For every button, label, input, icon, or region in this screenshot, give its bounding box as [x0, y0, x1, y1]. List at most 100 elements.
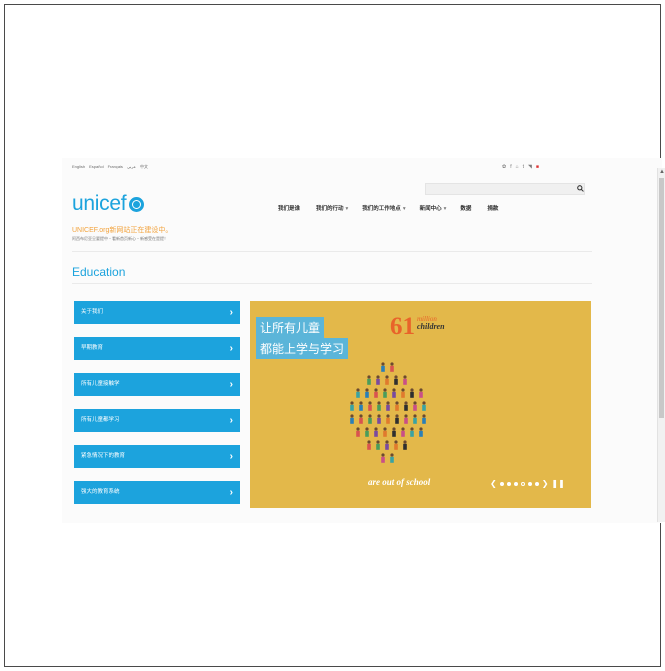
child-figure [381, 453, 385, 463]
child-figure [395, 414, 399, 424]
menu-item-about-us[interactable]: 关于我们 › [74, 301, 240, 324]
chevron-right-icon: › [229, 379, 233, 390]
stat-label: children [417, 322, 445, 331]
carousel-dot[interactable] [534, 481, 539, 486]
child-figure [410, 388, 414, 398]
child-figure [390, 453, 394, 463]
menu-item-systems[interactable]: 强大的教育系统 › [74, 481, 240, 504]
chevron-right-icon: › [229, 415, 233, 426]
banner-statistic: 61 million children [390, 313, 445, 340]
child-figure [374, 427, 378, 437]
carousel-dot-active[interactable] [520, 481, 525, 486]
menu-item-early-education[interactable]: 早期教育 › [74, 337, 240, 360]
child-figure [374, 388, 378, 398]
child-figure [392, 388, 396, 398]
nav-item-who-we-are[interactable]: 我们是谁 [278, 204, 302, 212]
vertical-scrollbar[interactable]: ▲ [657, 168, 665, 522]
scroll-up-arrow-icon[interactable]: ▲ [658, 168, 665, 176]
unicef-logo[interactable]: unicef [72, 192, 145, 216]
carousel-dot[interactable] [513, 481, 518, 486]
language-link-english[interactable]: English [72, 164, 85, 170]
nav-item-data[interactable]: 数据 [460, 204, 473, 212]
menu-item-label: 早期教育 [81, 345, 104, 351]
chevron-right-icon: › [229, 451, 233, 462]
page-title: Education [72, 265, 126, 279]
carousel-dot[interactable] [506, 481, 511, 486]
chevron-right-icon: › [229, 487, 233, 498]
stat-number: 61 [390, 313, 415, 340]
language-link-arabic[interactable]: عربي [127, 164, 136, 170]
carousel-dot[interactable] [499, 481, 504, 486]
banner-headline-line2: 都能上学与学习 [256, 338, 349, 359]
children-crowd-illustration [350, 362, 426, 463]
child-figure [383, 388, 387, 398]
child-figure [356, 388, 360, 398]
child-figure [385, 375, 389, 385]
scrollbar-thumb[interactable] [659, 178, 664, 418]
hero-banner[interactable]: 让所有儿童 都能上学与学习 61 million children are ou… [250, 301, 591, 508]
logo-text: unicef [72, 192, 127, 215]
search-input[interactable] [425, 183, 585, 195]
child-figure [394, 375, 398, 385]
flag-icon[interactable]: ■ [536, 164, 539, 170]
carousel-dot[interactable] [527, 481, 532, 486]
menu-item-label: 所有儿童接触学 [81, 381, 120, 387]
child-figure [377, 414, 381, 424]
webpage: English Español Français عربي 中文 ✿ f ⌂ t… [62, 158, 662, 523]
child-figure [376, 375, 380, 385]
child-figure [392, 427, 396, 437]
child-figure [390, 362, 394, 372]
child-figure [419, 427, 423, 437]
child-figure [404, 414, 408, 424]
child-figure [422, 414, 426, 424]
language-link-francais[interactable]: Français [108, 164, 123, 170]
child-figure [395, 401, 399, 411]
child-figure [403, 440, 407, 450]
child-figure [350, 414, 354, 424]
child-figure [359, 414, 363, 424]
menu-item-label: 所有儿童都学习 [81, 417, 120, 423]
carousel-prev-icon[interactable]: ❮ [490, 479, 497, 488]
menu-item-access[interactable]: 所有儿童接触学 › [74, 373, 240, 396]
child-figure [365, 388, 369, 398]
child-figure [386, 414, 390, 424]
nav-item-where-we-work[interactable]: 我们的工作地点 ▾ [362, 204, 405, 212]
chevron-down-icon: ▾ [443, 206, 447, 212]
facebook-icon[interactable]: f [510, 164, 511, 170]
child-figure [383, 427, 387, 437]
tumblr-icon[interactable]: t [523, 164, 524, 170]
menu-item-label: 强大的教育系统 [81, 489, 120, 495]
child-figure [376, 440, 380, 450]
section-menu: 关于我们 › 早期教育 › 所有儿童接触学 › 所有儿童都学习 › 紧急情况下的教育 › … [74, 301, 240, 517]
child-figure [359, 401, 363, 411]
language-link-chinese[interactable]: 中文 [140, 164, 148, 170]
menu-item-emergencies[interactable]: 紧急情况下的教育 › [74, 445, 240, 468]
nav-item-press-centre[interactable]: 新闻中心 ▾ [420, 204, 447, 212]
menu-item-learning[interactable]: 所有儿童都学习 › [74, 409, 240, 432]
site-notice-link[interactable]: UNICEF.org新网站正在建设中。 [72, 225, 172, 235]
divider [72, 283, 592, 284]
nav-item-what-we-do[interactable]: 我们的行动 ▾ [316, 204, 348, 212]
search-icon[interactable] [577, 185, 584, 192]
child-figure [356, 427, 360, 437]
chevron-down-icon: ▾ [402, 206, 406, 212]
globe-icon [129, 196, 145, 212]
child-figure [368, 401, 372, 411]
child-figure [403, 375, 407, 385]
weibo-icon[interactable]: ✿ [502, 164, 506, 170]
carousel-next-icon[interactable]: ❯ [542, 479, 549, 488]
language-link-espanol[interactable]: Español [89, 164, 103, 170]
social-links: ✿ f ⌂ t ◥ ■ [502, 164, 539, 170]
banner-caption: are out of school [368, 477, 431, 487]
banner-headline-line1: 让所有儿童 [256, 317, 325, 338]
renren-icon[interactable]: ⌂ [516, 164, 519, 170]
child-figure [386, 401, 390, 411]
language-links: English Español Français عربي 中文 [72, 164, 148, 170]
menu-item-label: 紧急情况下的教育 [81, 453, 126, 459]
child-figure [401, 388, 405, 398]
child-figure [385, 440, 389, 450]
nav-item-donate[interactable]: 捐款 [487, 204, 500, 212]
carousel-pause-icon[interactable]: ❚❚ [551, 479, 564, 488]
main-nav: 我们是谁 我们的行动 ▾ 我们的工作地点 ▾ 新闻中心 ▾ 数据 捐款 [278, 204, 500, 212]
rss-icon[interactable]: ◥ [528, 164, 532, 170]
